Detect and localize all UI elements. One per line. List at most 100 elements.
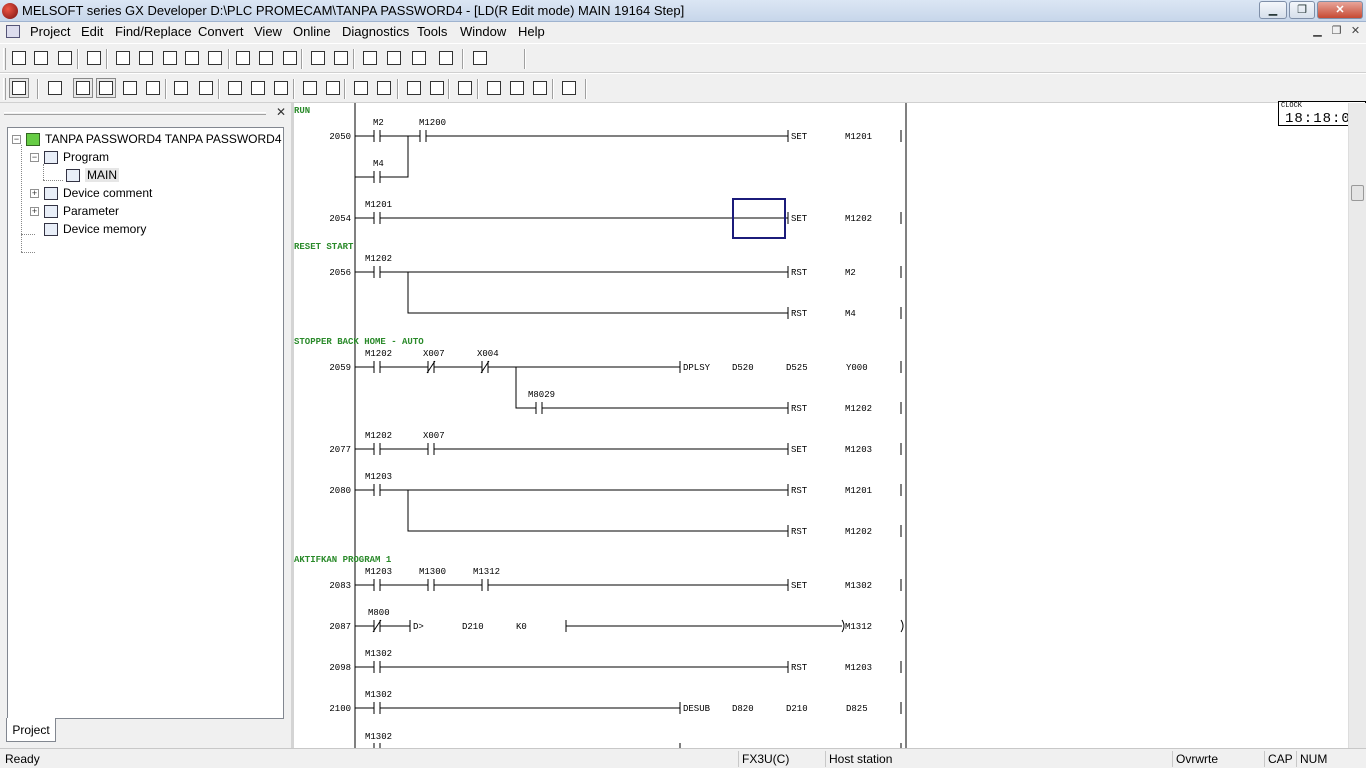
convert-all-button[interactable] (300, 78, 320, 98)
rung-2054[interactable] (355, 212, 902, 224)
delete-line-button[interactable] (455, 78, 475, 98)
cross-ref-button[interactable] (559, 78, 579, 98)
tree-item-device-memory[interactable]: Device memory (44, 221, 146, 237)
panel-close-icon[interactable]: ✕ (276, 105, 286, 119)
tree-root[interactable]: − TANPA PASSWORD4 TANPA PASSWORD4 (12, 131, 282, 147)
tree-item-device-comment[interactable]: + Device comment (30, 185, 152, 201)
zoom-out-button[interactable] (384, 48, 404, 68)
display-button[interactable] (436, 48, 456, 68)
menu-window[interactable]: Window (460, 24, 506, 39)
menu-tools[interactable]: Tools (417, 24, 447, 39)
coil-button[interactable] (374, 78, 394, 98)
tree-item-program[interactable]: − Program (30, 149, 109, 165)
cut-button[interactable] (113, 48, 133, 68)
save-button[interactable] (55, 48, 75, 68)
program-check-button[interactable] (507, 78, 527, 98)
vertical-scrollbar[interactable] (1348, 103, 1366, 748)
new-icon (12, 51, 26, 65)
project-tree: − TANPA PASSWORD4 TANPA PASSWORD4 − Prog… (7, 127, 284, 719)
rung-2059[interactable] (355, 360, 902, 414)
rung-2098[interactable] (355, 661, 902, 673)
new-button[interactable] (9, 48, 29, 68)
find-step-button[interactable] (280, 48, 300, 68)
list-view-button[interactable] (45, 78, 65, 98)
rung-2100[interactable] (355, 702, 902, 748)
collapse-icon[interactable]: − (12, 134, 21, 144)
read-from-plc-button[interactable] (331, 48, 351, 68)
monitor-button[interactable] (409, 48, 429, 68)
note-button[interactable] (143, 78, 163, 98)
menu-online[interactable]: Online (293, 24, 331, 39)
comment-button[interactable] (96, 78, 116, 98)
read-mode-button[interactable] (248, 78, 268, 98)
ladder-diagram[interactable]: RUN RESET START STOPPER BACK HOME - AUTO… (294, 103, 1348, 748)
rung-2077[interactable] (355, 443, 902, 455)
menu-convert[interactable]: Convert (198, 24, 244, 39)
rung-2080[interactable] (355, 484, 902, 537)
collapse-icon[interactable]: − (30, 152, 39, 162)
write-to-plc-button[interactable] (308, 48, 328, 68)
expand-icon[interactable]: + (30, 188, 39, 198)
menu-view[interactable]: View (254, 24, 282, 39)
ladder-view-button[interactable] (9, 78, 29, 98)
open-contact-button[interactable] (323, 78, 343, 98)
rung-2056[interactable] (355, 266, 902, 319)
instruction-button[interactable] (404, 78, 424, 98)
convert-button[interactable] (271, 78, 291, 98)
melsoft-app-icon[interactable] (2, 3, 18, 19)
mdi-close-icon[interactable]: ✕ (1347, 25, 1364, 39)
alias-button[interactable] (171, 78, 191, 98)
document-icon[interactable] (6, 25, 20, 38)
mdi-restore-icon[interactable]: ❐ (1328, 25, 1345, 39)
ladder-comment: RUN (294, 106, 310, 116)
tree-item-label: Parameter (63, 204, 120, 218)
instruction-arg: M1201 (845, 132, 872, 142)
tree-item-main[interactable]: MAIN (66, 167, 119, 183)
rung-2087[interactable] (355, 619, 904, 633)
tree-item-parameter[interactable]: + Parameter (30, 203, 119, 219)
menu-project[interactable]: Project (30, 24, 70, 39)
minimize-button[interactable]: ▁ (1259, 1, 1287, 19)
write-mode-button[interactable] (225, 78, 245, 98)
status-station: Host station (825, 751, 983, 767)
sfc-view-button[interactable] (73, 78, 93, 98)
step-number: 2077 (329, 445, 351, 455)
line-button[interactable] (427, 78, 447, 98)
rung-2050[interactable] (355, 130, 902, 183)
restore-button[interactable]: ❐ (1289, 1, 1315, 19)
find-instruction-button[interactable] (256, 48, 276, 68)
print-button[interactable] (84, 48, 104, 68)
menu-diagnostics[interactable]: Diagnostics (342, 24, 409, 39)
zoom-in-button[interactable] (360, 48, 380, 68)
rung-2083[interactable] (355, 579, 902, 591)
tab-project[interactable]: Project (6, 718, 56, 742)
redo-button[interactable] (205, 48, 225, 68)
instruction-arg: M1202 (845, 527, 872, 537)
close-button[interactable]: ✕ (1317, 1, 1363, 19)
find-device-button[interactable] (233, 48, 253, 68)
step-entry-button[interactable] (530, 78, 550, 98)
menu-edit[interactable]: Edit (81, 24, 103, 39)
ladder-editor[interactable]: RUN RESET START STOPPER BACK HOME - AUTO… (294, 103, 1348, 748)
parameter-folder-icon (44, 204, 58, 218)
paste-button[interactable] (160, 48, 180, 68)
instruction-op: RST (791, 663, 808, 673)
undo-button[interactable] (182, 48, 202, 68)
expand-icon[interactable]: + (30, 206, 39, 216)
copy-button[interactable] (136, 48, 156, 68)
open-button[interactable] (31, 48, 51, 68)
step-number: 2087 (329, 622, 351, 632)
statement-button[interactable] (120, 78, 140, 98)
menu-find-replace[interactable]: Find/Replace (115, 24, 192, 39)
panel-grip[interactable] (4, 112, 266, 115)
device-batch-button[interactable] (484, 78, 504, 98)
mdi-minimize-icon[interactable]: ▁ (1309, 25, 1326, 39)
zoom-in-icon (363, 51, 377, 65)
trace-button[interactable] (470, 48, 490, 68)
status-num: NUM (1296, 751, 1332, 767)
close-contact-button[interactable] (351, 78, 371, 98)
scrollbar-thumb[interactable] (1351, 185, 1364, 201)
menu-help[interactable]: Help (518, 24, 545, 39)
instruction-arg: D210 (462, 622, 484, 632)
monitor-mode-button[interactable] (196, 78, 216, 98)
